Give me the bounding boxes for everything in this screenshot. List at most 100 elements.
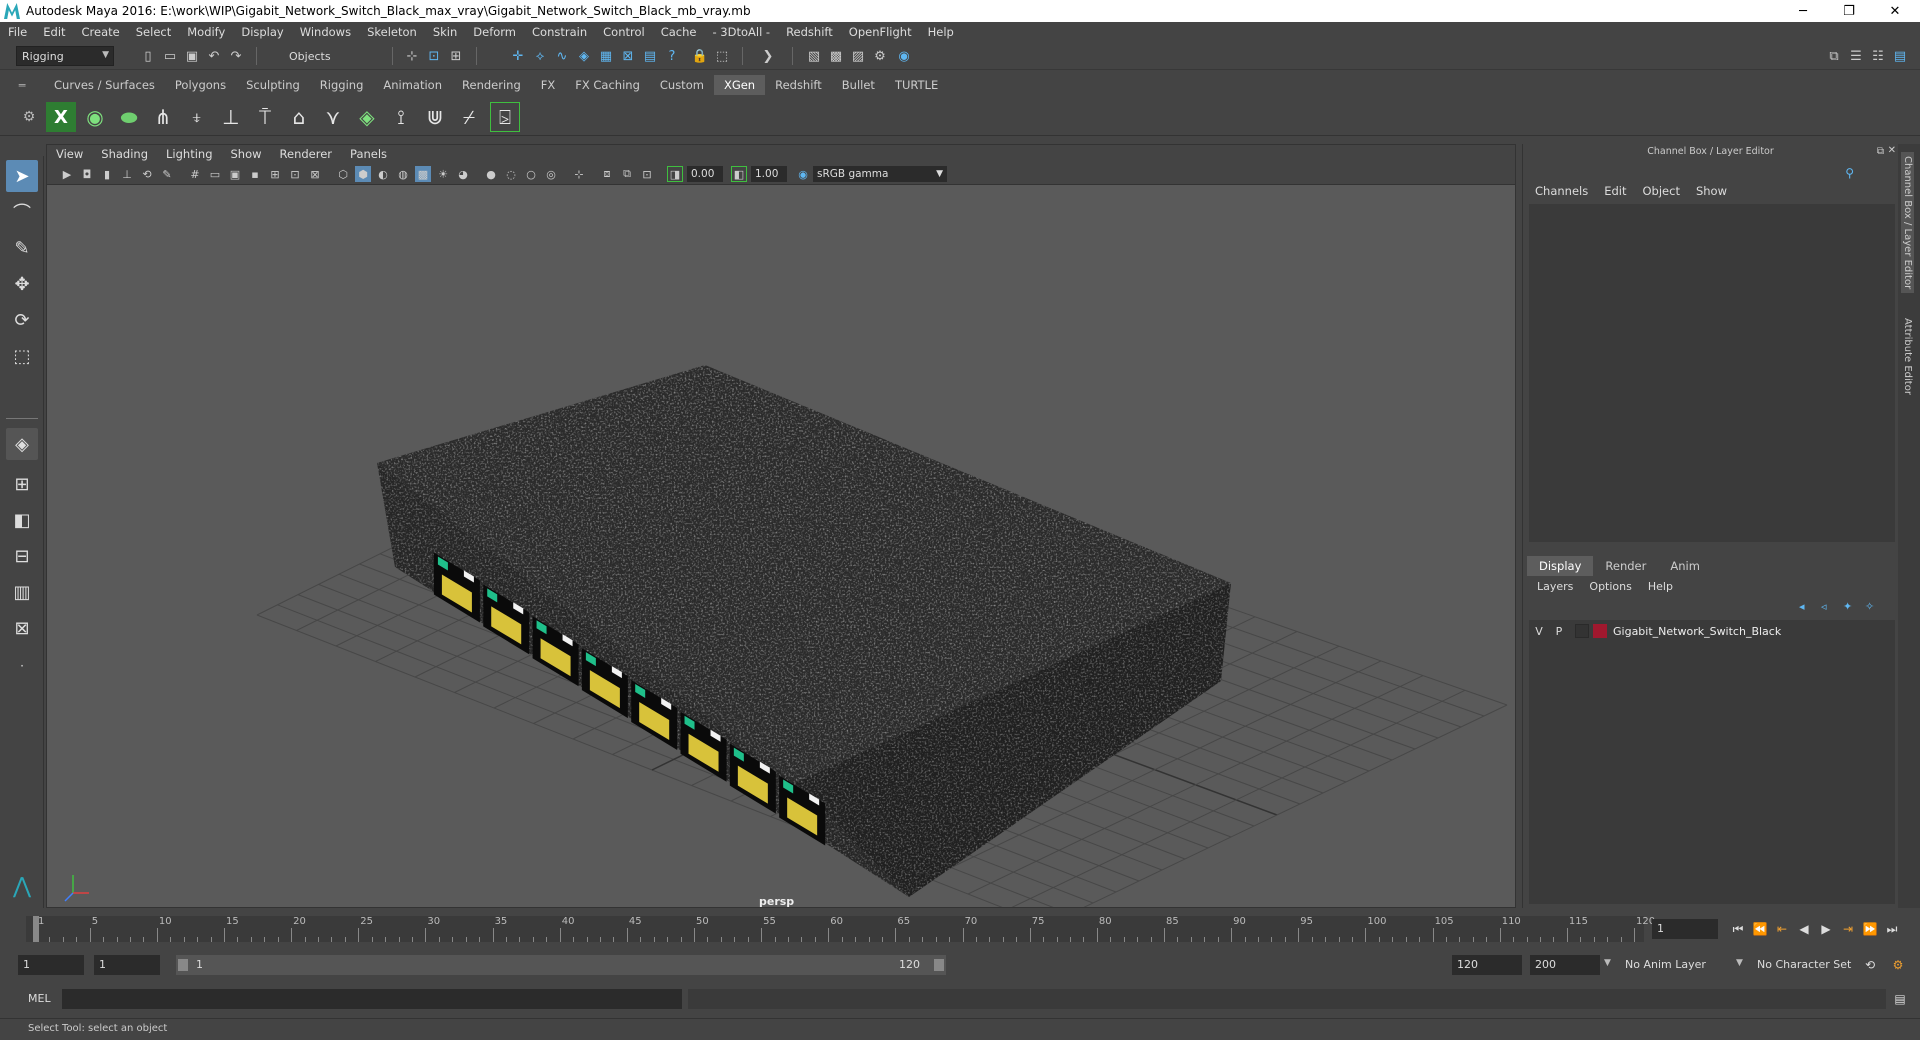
step-forward-frame-icon[interactable]: ⏩ — [1862, 921, 1878, 937]
move-tool-icon[interactable]: ✥ — [6, 268, 38, 300]
smooth-shade-icon[interactable]: ⬢ — [355, 166, 371, 182]
auto-key-icon[interactable]: ⟲ — [1862, 957, 1878, 973]
menu-openflight[interactable]: OpenFlight — [841, 25, 920, 39]
bookmark-icon[interactable]: ▮ — [99, 166, 115, 182]
layer-visibility-toggle[interactable]: V — [1529, 625, 1549, 638]
move-layer-down-icon[interactable]: ◃ — [1821, 600, 1827, 613]
select-surface-icon[interactable]: ◈ — [574, 46, 594, 66]
viewport-menu-panels[interactable]: Panels — [341, 147, 396, 161]
shadows-icon[interactable]: ◕ — [455, 166, 471, 182]
menu-constrain[interactable]: Constrain — [524, 25, 595, 39]
shelf-tab-xgen[interactable]: XGen — [713, 75, 766, 95]
xgen-lock-guides-icon[interactable]: ⌂ — [284, 102, 314, 132]
shelf-tab-bullet[interactable]: Bullet — [832, 75, 885, 95]
anim-layer-dropdown[interactable]: No Anim Layer — [1620, 955, 1740, 975]
tool-settings-toggle-icon[interactable]: ☷ — [1868, 46, 1888, 66]
shelf-tab-polygons[interactable]: Polygons — [165, 75, 236, 95]
layer-row[interactable]: V P Gigabit_Network_Switch_Black — [1529, 620, 1895, 642]
grid-toggle-icon[interactable]: # — [187, 166, 203, 182]
menu-edit[interactable]: Edit — [35, 25, 73, 39]
save-scene-icon[interactable]: ▣ — [182, 46, 202, 66]
xgen-bend-guides-icon[interactable]: ⋎ — [318, 102, 348, 132]
lock-selection-icon[interactable]: 🔒 — [690, 46, 710, 66]
select-by-component-icon[interactable]: ⊞ — [446, 46, 466, 66]
select-misc-icon[interactable]: ? — [662, 46, 682, 66]
time-ruler[interactable]: 1 5 10 15 20 25 30 35 40 45 50 55 60 65 70 75 80 85 90 95 10… — [26, 916, 1655, 942]
layers-menu[interactable]: Layers — [1537, 580, 1573, 593]
range-end-handle[interactable] — [934, 959, 944, 971]
menu-deform[interactable]: Deform — [465, 25, 524, 39]
side-tab-attribute-editor[interactable]: Attribute Editor — [1901, 314, 1914, 399]
screen-space-ao-icon[interactable]: ● — [483, 166, 499, 182]
menu-windows[interactable]: Windows — [292, 25, 359, 39]
xgen-editor-icon[interactable]: X — [46, 102, 76, 132]
scale-tool-icon[interactable]: ⬚ — [6, 340, 38, 372]
character-set-dropdown[interactable]: No Character Set — [1752, 955, 1862, 975]
menu-control[interactable]: Control — [595, 25, 653, 39]
xgen-cut-guides-icon[interactable]: ⌿ — [454, 102, 484, 132]
hypershade-icon[interactable]: ◉ — [894, 46, 914, 66]
xgen-length-guides-icon[interactable]: ⍑ — [250, 102, 280, 132]
xray-components-icon[interactable]: ⊡ — [639, 166, 655, 182]
xgen-move-guides-icon[interactable]: ⊥ — [216, 102, 246, 132]
open-scene-icon[interactable]: ▭ — [160, 46, 180, 66]
network-switch-model[interactable] — [377, 365, 1231, 897]
single-perspective-view-icon[interactable]: ◈ — [6, 428, 38, 460]
select-tool-icon[interactable]: ➤ — [6, 160, 38, 192]
close-panel-icon[interactable]: ✕ — [1888, 145, 1896, 156]
field-chart-icon[interactable]: ⊞ — [267, 166, 283, 182]
undo-icon[interactable]: ↶ — [204, 46, 224, 66]
go-to-start-icon[interactable]: ⏮ — [1730, 921, 1746, 937]
lasso-tool-icon[interactable]: ⌒ — [6, 196, 38, 228]
viewport-menu-shading[interactable]: Shading — [92, 147, 157, 161]
new-layer-selected-icon[interactable]: ✧ — [1865, 600, 1874, 613]
select-joint-icon[interactable]: ⟡ — [530, 46, 550, 66]
maya-home-icon[interactable]: ⋀ — [6, 870, 38, 902]
menu-redshift[interactable]: Redshift — [778, 25, 841, 39]
tab-render[interactable]: Render — [1593, 556, 1658, 576]
menu-display[interactable]: Display — [233, 25, 291, 39]
menu-skin[interactable]: Skin — [425, 25, 465, 39]
playback-start-field[interactable]: 1 — [94, 955, 160, 975]
modeling-toolkit-icon[interactable]: ⧉ — [1824, 46, 1844, 66]
image-plane-icon[interactable]: ⊥ — [119, 166, 135, 182]
xgen-comb-guides-icon[interactable]: ⋓ — [420, 102, 450, 132]
shelf-options-gear-icon[interactable]: ⚙ — [14, 102, 44, 132]
custom-layout-icon[interactable]: · — [6, 650, 38, 682]
menu-3dtoall[interactable]: - 3DtoAll - — [704, 25, 778, 39]
color-management-icon[interactable]: ◉ — [795, 166, 811, 182]
anti-aliasing-icon[interactable]: ○ — [523, 166, 539, 182]
channels-menu[interactable]: Channels — [1535, 184, 1588, 198]
select-by-object-icon[interactable]: ⊡ — [424, 46, 444, 66]
menu-cache[interactable]: Cache — [653, 25, 705, 39]
menu-file[interactable]: File — [0, 25, 35, 39]
current-frame-field[interactable]: 1 — [1652, 919, 1718, 939]
float-panel-icon[interactable]: ⧉ — [1877, 146, 1884, 157]
shelf-tab-animation[interactable]: Animation — [373, 75, 452, 95]
channel-box-area[interactable] — [1529, 204, 1895, 542]
shelf-tab-fx[interactable]: FX — [531, 75, 566, 95]
select-dynamic-icon[interactable]: ⊠ — [618, 46, 638, 66]
menu-modify[interactable]: Modify — [179, 25, 233, 39]
show-menu[interactable]: Show — [1696, 184, 1727, 198]
options-menu[interactable]: Options — [1589, 580, 1631, 593]
select-deformation-icon[interactable]: ▦ — [596, 46, 616, 66]
xgen-add-guides-icon[interactable]: ⋔ — [148, 102, 178, 132]
shelf-tab-custom[interactable]: Custom — [650, 75, 714, 95]
film-gate-icon[interactable]: ▭ — [207, 166, 223, 182]
xgen-toggle-guides-icon[interactable]: ⍄ — [490, 102, 520, 132]
viewport-scene[interactable] — [47, 185, 1516, 908]
select-handle-icon[interactable]: ✛ — [508, 46, 528, 66]
close-button[interactable]: ✕ — [1872, 0, 1918, 22]
menu-skeleton[interactable]: Skeleton — [359, 25, 425, 39]
xray-icon[interactable]: ⧈ — [599, 166, 615, 182]
selection-mode-dropdown[interactable]: Objects — [284, 46, 380, 66]
command-language-label[interactable]: MEL — [28, 992, 51, 1005]
play-backwards-icon[interactable]: ◀ — [1796, 921, 1812, 937]
camera-attributes-icon[interactable]: ◘ — [79, 166, 95, 182]
render-view-icon[interactable]: ▧ — [804, 46, 824, 66]
persp-outliner-layout-icon[interactable]: ◧ — [6, 504, 38, 536]
wireframe-on-shaded-icon[interactable]: ◍ — [395, 166, 411, 182]
2d-pan-zoom-icon[interactable]: ⟲ — [139, 166, 155, 182]
menu-select[interactable]: Select — [128, 25, 179, 39]
